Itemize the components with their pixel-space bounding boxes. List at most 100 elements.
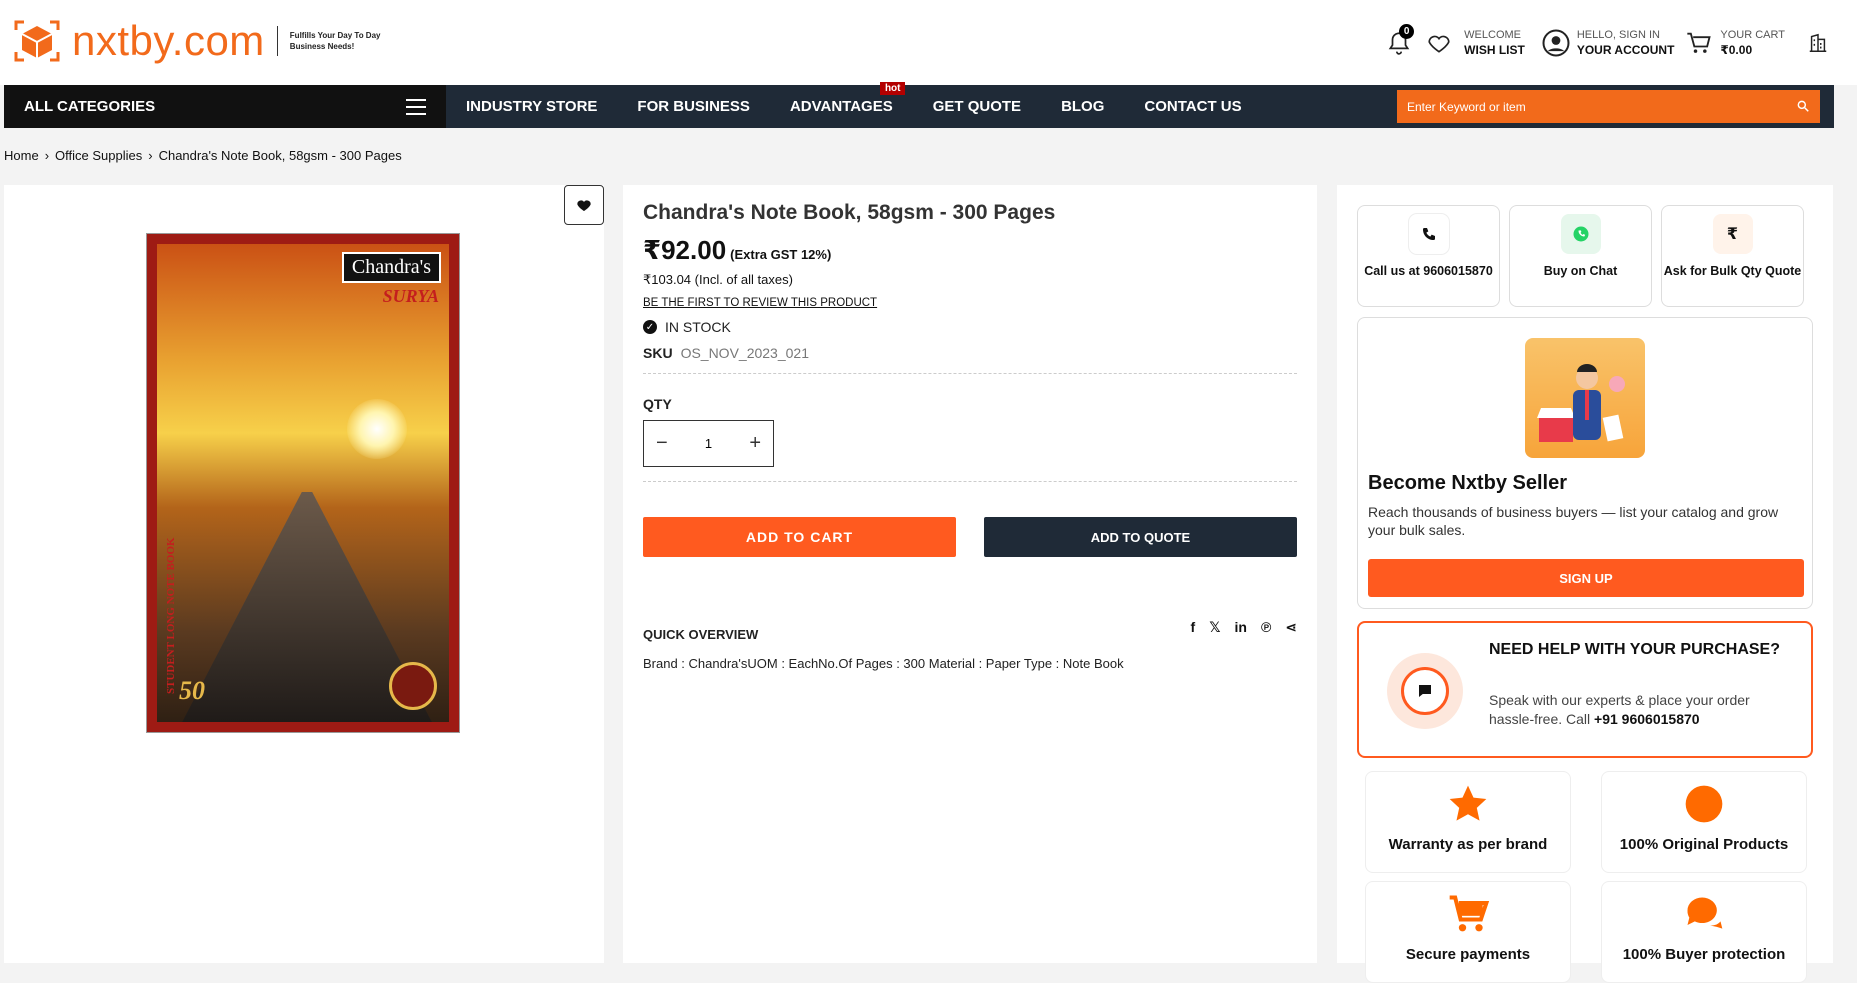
search-icon[interactable] (1796, 99, 1810, 118)
minus-icon[interactable]: − (656, 432, 668, 455)
call-card[interactable]: Call us at 9606015870 (1357, 205, 1500, 307)
product-image-panel: Chandra's SURYA STUDENT LONG NOTE BOOK 5… (4, 185, 604, 963)
book-sub-label: SURYA (382, 286, 439, 306)
price-value: ₹92.00 (643, 235, 727, 265)
breadcrumb-home[interactable]: Home (4, 148, 39, 163)
book-brand-label: Chandra's (341, 252, 441, 283)
stock-status: ✓ IN STOCK (643, 319, 1297, 335)
contact-cards: Call us at 9606015870 Buy on Chat ₹ Ask … (1357, 205, 1813, 307)
plus-icon[interactable]: + (749, 432, 761, 455)
seller-illustration (1525, 338, 1645, 458)
nav-industry-store[interactable]: INDUSTRY STORE (466, 98, 597, 115)
product-title: Chandra's Note Book, 58gsm - 300 Pages (643, 201, 1056, 224)
sku-value: OS_NOV_2023_021 (680, 345, 809, 361)
breadcrumb-office-supplies[interactable]: Office Supplies (55, 148, 142, 163)
speech-bubbles-icon (1682, 892, 1726, 936)
account-link[interactable]: HELLO, SIGN IN YOUR ACCOUNT (1577, 28, 1675, 58)
nav-blog[interactable]: BLOG (1061, 98, 1104, 115)
cart-icon (1687, 32, 1712, 53)
help-text: Speak with our experts & place your orde… (1489, 691, 1769, 729)
side-panel: Call us at 9606015870 Buy on Chat ₹ Ask … (1337, 185, 1833, 983)
wishlist-bottom-label: WISH LIST (1464, 43, 1525, 57)
help-title: NEED HELP WITH YOUR PURCHASE? (1489, 641, 1780, 658)
pinterest-icon[interactable]: ℗ (1261, 619, 1271, 636)
logo[interactable]: nxtby.com Fulfills Your Day To Day Busin… (12, 16, 400, 66)
feature-warranty-label: Warranty as per brand (1388, 836, 1548, 853)
nav-for-business[interactable]: FOR BUSINESS (637, 98, 750, 115)
wishlist-top-label: WELCOME (1464, 29, 1522, 41)
chat-label: Buy on Chat (1543, 264, 1618, 278)
heart-filled-icon (577, 200, 591, 211)
quick-overview-text: Brand : Chandra'sUOM : EachNo.Of Pages :… (643, 656, 1124, 671)
feature-original-label: 100% Original Products (1619, 836, 1789, 853)
check-circle-icon: ✓ (643, 320, 657, 334)
feature-buyer-protection: 100% Buyer protection (1601, 881, 1807, 983)
share-icon[interactable]: ⋖ (1285, 619, 1297, 636)
chevron-right-icon: › (148, 148, 153, 163)
book-spine-label: STUDENT LONG NOTE BOOK (165, 537, 177, 694)
seller-text: Reach thousands of business buyers — lis… (1368, 504, 1779, 538)
all-categories-label: ALL CATEGORIES (24, 98, 156, 115)
nav-advantages-label: ADVANTAGES (789, 98, 893, 115)
rupee-icon: ₹ (1712, 214, 1753, 254)
star-icon (1446, 782, 1490, 826)
account-button[interactable] (1539, 26, 1573, 60)
search-input[interactable] (1397, 90, 1787, 123)
wishlist-button[interactable] (1422, 26, 1456, 60)
all-categories-button[interactable]: ALL CATEGORIES (4, 85, 446, 128)
wishlist-link[interactable]: WELCOME WISH LIST (1464, 28, 1525, 58)
bulk-label: Ask for Bulk Qty Quote (1663, 264, 1802, 278)
main-navbar: ALL CATEGORIES INDUSTRY STORE FOR BUSINE… (4, 82, 1834, 128)
call-label: Call us at 9606015870 (1364, 264, 1493, 278)
sign-up-button[interactable]: SIGN UP (1368, 559, 1804, 597)
site-header: nxtby.com Fulfills Your Day To Day Busin… (0, 0, 1857, 85)
hamburger-menu-icon[interactable] (406, 99, 426, 115)
add-to-cart-button[interactable]: ADD TO CART (643, 517, 956, 557)
x-twitter-icon[interactable]: 𝕏 (1209, 619, 1220, 636)
qty-label: QTY (643, 396, 672, 412)
product-info-panel: Chandra's Note Book, 58gsm - 300 Pages ₹… (623, 185, 1317, 963)
chat-bubble-icon (1401, 667, 1449, 715)
whatsapp-icon (1560, 214, 1601, 254)
quantity-stepper: − + (643, 420, 774, 467)
feature-secure-payments: Secure payments (1365, 881, 1571, 983)
cart-button[interactable] (1682, 26, 1716, 60)
feature-secure-label: Secure payments (1405, 946, 1531, 963)
help-phone[interactable]: +91 9606015870 (1594, 711, 1700, 727)
linkedin-icon[interactable]: in (1234, 619, 1246, 636)
help-card[interactable]: NEED HELP WITH YOUR PURCHASE? Speak with… (1357, 621, 1813, 758)
heart-icon (1428, 35, 1450, 53)
chat-card[interactable]: Buy on Chat (1509, 205, 1652, 307)
add-to-wishlist-button[interactable] (564, 185, 604, 225)
cart-total: ₹0.00 (1720, 43, 1753, 57)
overview-header: QUICK OVERVIEW f 𝕏 in ℗ ⋖ (643, 613, 1297, 642)
search-bar (1397, 90, 1820, 123)
book-seal-icon (389, 662, 437, 710)
nav-advantages[interactable]: ADVANTAGES hot (789, 82, 906, 115)
review-link[interactable]: BE THE FIRST TO REVIEW THIS PRODUCT (643, 297, 1297, 309)
facebook-icon[interactable]: f (1191, 619, 1196, 636)
book-fifty-logo: 50 (179, 676, 205, 705)
cart-payment-icon (1446, 892, 1490, 936)
cart-link[interactable]: YOUR CART ₹0.00 (1720, 28, 1785, 58)
bulk-quote-card[interactable]: ₹ Ask for Bulk Qty Quote (1661, 205, 1804, 307)
quantity-input[interactable] (688, 436, 729, 451)
account-bottom-label: YOUR ACCOUNT (1576, 43, 1675, 57)
feature-original: 100% Original Products (1601, 771, 1807, 873)
compare-button[interactable] (1801, 26, 1835, 60)
add-to-quote-button[interactable]: ADD TO QUOTE (984, 517, 1297, 557)
share-icons: f 𝕏 in ℗ ⋖ (1177, 619, 1297, 636)
nav-contact-us[interactable]: CONTACT US (1144, 98, 1241, 115)
feature-protection-label: 100% Buyer protection (1622, 946, 1786, 963)
logo-box-icon (12, 16, 62, 66)
stock-label: IN STOCK (665, 319, 731, 335)
sku-label: SKU (643, 345, 673, 361)
seller-title: Become Nxtby Seller (1368, 472, 1567, 494)
notification-button[interactable]: 0 (1382, 24, 1416, 60)
breadcrumb: Home › Office Supplies › Chandra's Note Bo… (4, 148, 408, 163)
building-icon (1809, 33, 1827, 52)
nav-links: INDUSTRY STORE FOR BUSINESS ADVANTAGES ho… (466, 82, 1282, 128)
help-circle (1387, 653, 1463, 729)
nav-get-quote[interactable]: GET QUOTE (933, 98, 1021, 115)
product-image[interactable]: Chandra's SURYA STUDENT LONG NOTE BOOK 5… (146, 233, 460, 733)
